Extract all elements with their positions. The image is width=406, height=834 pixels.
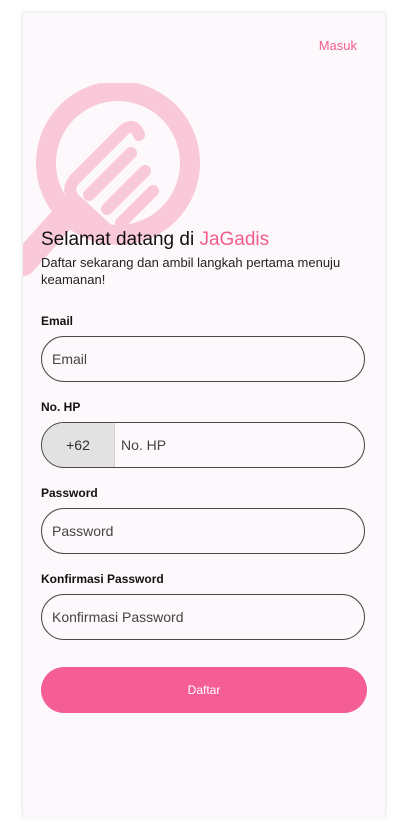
- confirm-password-field-container: [41, 594, 365, 640]
- email-field[interactable]: [42, 337, 364, 381]
- confirm-password-field[interactable]: [42, 595, 364, 639]
- page-title: Selamat datang di JaGadis: [41, 229, 269, 251]
- country-code-selector[interactable]: +62: [42, 423, 115, 467]
- email-field-container: [41, 336, 365, 382]
- title-prefix: Selamat datang di: [41, 229, 200, 250]
- password-field[interactable]: [42, 509, 364, 553]
- brand-name: JaGadis: [199, 229, 270, 250]
- jagadis-fist-logo-icon: [23, 83, 200, 276]
- confirm-password-label: Konfirmasi Password: [41, 572, 164, 586]
- login-link[interactable]: Masuk: [319, 38, 357, 53]
- app-screen: Masuk Selamat datang di JaGadis Daftar s…: [22, 12, 386, 817]
- password-label: Password: [41, 486, 98, 500]
- phone-field-container: +62: [41, 422, 365, 468]
- page-subtitle: Daftar sekarang dan ambil langkah pertam…: [41, 255, 341, 287]
- phone-label: No. HP: [41, 400, 81, 414]
- phone-field[interactable]: [115, 423, 364, 467]
- password-field-container: [41, 508, 365, 554]
- email-label: Email: [41, 314, 74, 328]
- register-button[interactable]: Daftar: [41, 667, 367, 713]
